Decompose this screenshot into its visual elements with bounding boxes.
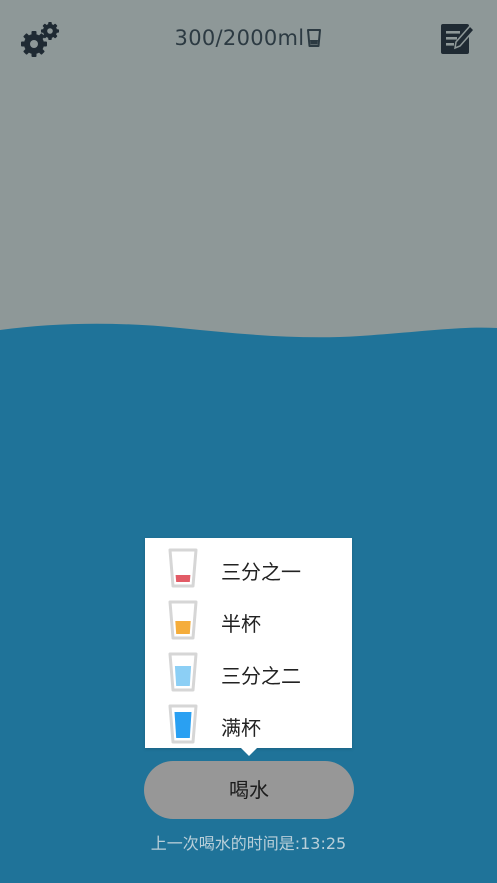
- progress-text: 300/2000ml: [174, 26, 305, 50]
- option-label: 满杯: [221, 716, 261, 740]
- glass-icon: [168, 548, 198, 588]
- glass-icon: [168, 600, 198, 640]
- drink-water-button[interactable]: 喝水: [144, 761, 354, 819]
- record-button[interactable]: [440, 22, 476, 56]
- top-bar: 300/2000ml: [0, 0, 497, 80]
- progress-label: 300/2000ml: [0, 26, 497, 50]
- cup-size-menu: 三分之一 半杯 三分之二 满杯: [145, 538, 352, 756]
- edit-list-icon: [441, 24, 476, 54]
- glass-icon: [168, 652, 198, 692]
- last-drink-time: 上一次喝水的时间是:13:25: [150, 834, 347, 853]
- option-two-thirds[interactable]: 三分之二: [145, 646, 352, 698]
- option-label: 三分之二: [221, 664, 301, 688]
- cup-icon: [307, 29, 322, 47]
- glass-icon: [168, 704, 198, 744]
- popup-pointer: [241, 748, 257, 756]
- option-full[interactable]: 满杯: [145, 698, 352, 750]
- option-label: 三分之一: [221, 560, 301, 584]
- option-label: 半杯: [221, 612, 261, 636]
- option-half[interactable]: 半杯: [145, 594, 352, 646]
- option-one-third[interactable]: 三分之一: [145, 542, 352, 594]
